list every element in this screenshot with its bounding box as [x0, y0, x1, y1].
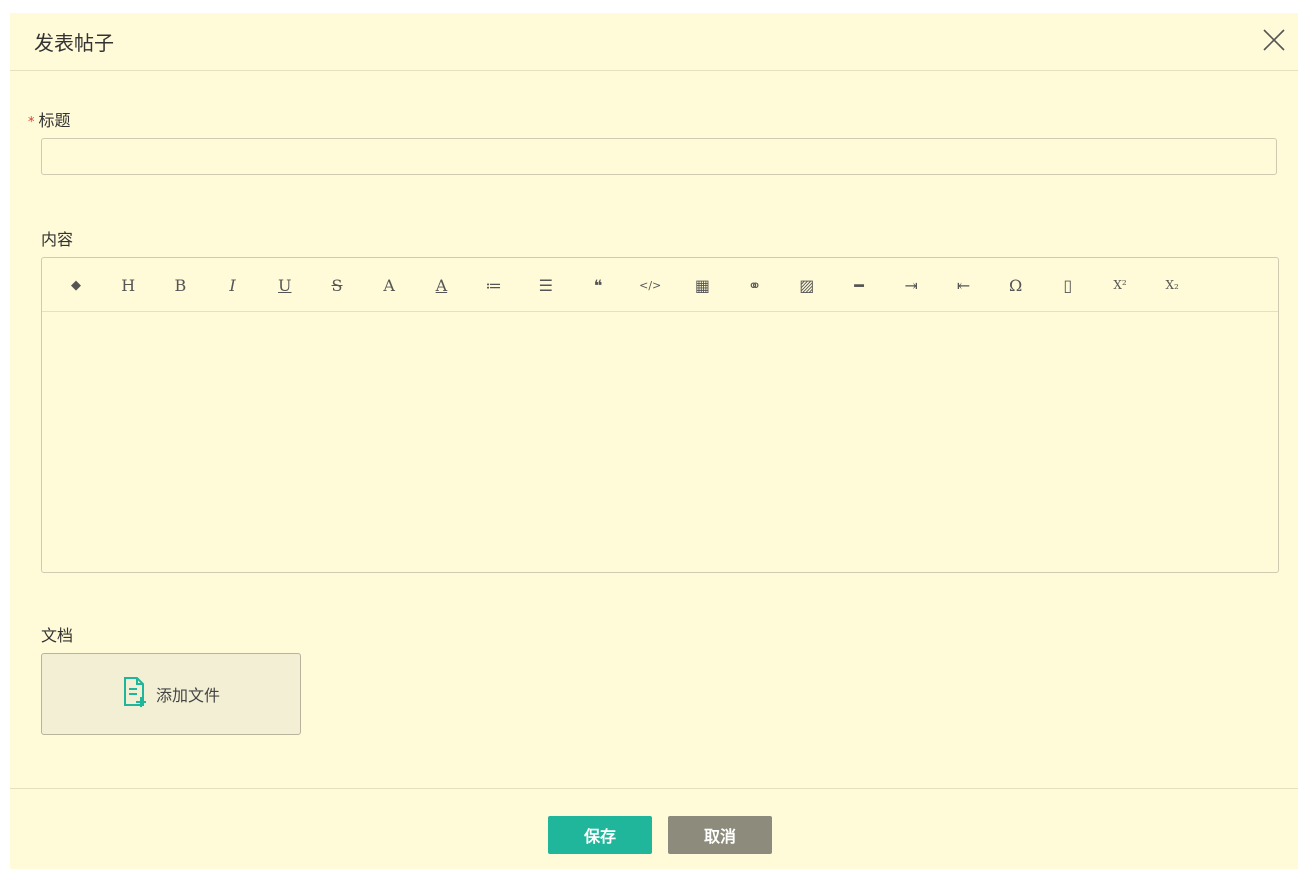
close-icon[interactable]: [1262, 28, 1286, 52]
background-color-icon[interactable]: A: [429, 273, 453, 297]
superscript-icon[interactable]: X²: [1108, 273, 1132, 297]
title-input[interactable]: [41, 138, 1277, 175]
table-icon[interactable]: ▦: [690, 273, 714, 297]
add-file-button[interactable]: 添加文件: [41, 653, 301, 735]
add-file-label: 添加文件: [155, 686, 220, 705]
title-field-label: * 标题: [28, 107, 71, 131]
dialog-footer: 保存 取消: [10, 788, 1298, 870]
blockquote-icon[interactable]: ❝: [586, 273, 610, 297]
code-icon[interactable]: </>: [638, 273, 662, 297]
underline-icon[interactable]: U: [273, 273, 297, 297]
dialog-header: 发表帖子: [10, 13, 1298, 71]
horizontal-rule-icon[interactable]: ━: [847, 273, 871, 297]
pdf-icon[interactable]: ▯: [1056, 273, 1080, 297]
title-label-text: 标题: [38, 111, 71, 130]
editor-content-area[interactable]: [42, 312, 1278, 572]
content-label: 内容: [41, 230, 74, 249]
subscript-icon[interactable]: X₂: [1160, 273, 1184, 297]
eraser-icon[interactable]: ◆: [64, 273, 88, 297]
heading-icon[interactable]: H: [116, 273, 140, 297]
save-button[interactable]: 保存: [548, 816, 652, 854]
outdent-icon[interactable]: ⇤: [951, 273, 975, 297]
required-mark: *: [28, 115, 35, 130]
special-char-icon[interactable]: Ω: [1004, 273, 1028, 297]
unordered-list-icon[interactable]: ☰: [534, 273, 558, 297]
editor-toolbar: ◆ H B I U S A A ≔ ☰ ❝ </> ▦ ⚭ ▨ ━ ⇥ ⇤ Ω ▯ X² X₂: [42, 258, 1278, 312]
italic-icon[interactable]: I: [221, 273, 245, 297]
strikethrough-icon[interactable]: S: [325, 273, 349, 297]
image-icon[interactable]: ▨: [795, 273, 819, 297]
ordered-list-icon[interactable]: ≔: [482, 273, 506, 297]
document-label: 文档: [41, 626, 74, 645]
link-icon[interactable]: ⚭: [743, 273, 767, 297]
dialog-title: 发表帖子: [34, 31, 114, 55]
cancel-button[interactable]: 取消: [668, 816, 772, 854]
rich-text-editor: ◆ H B I U S A A ≔ ☰ ❝ </> ▦ ⚭ ▨ ━ ⇥ ⇤ Ω ▯ X² X₂: [41, 257, 1279, 573]
font-color-icon[interactable]: A: [377, 273, 401, 297]
post-dialog: 发表帖子 * 标题 内容 ◆ H B I U S A A ≔ ☰ ❝ </> ▦ ⚭ ▨ ━ ⇥ ⇤ Ω ▯ X² X₂ 文…: [10, 13, 1298, 869]
file-add-icon: [122, 676, 150, 712]
indent-icon[interactable]: ⇥: [899, 273, 923, 297]
bold-icon[interactable]: B: [168, 273, 192, 297]
